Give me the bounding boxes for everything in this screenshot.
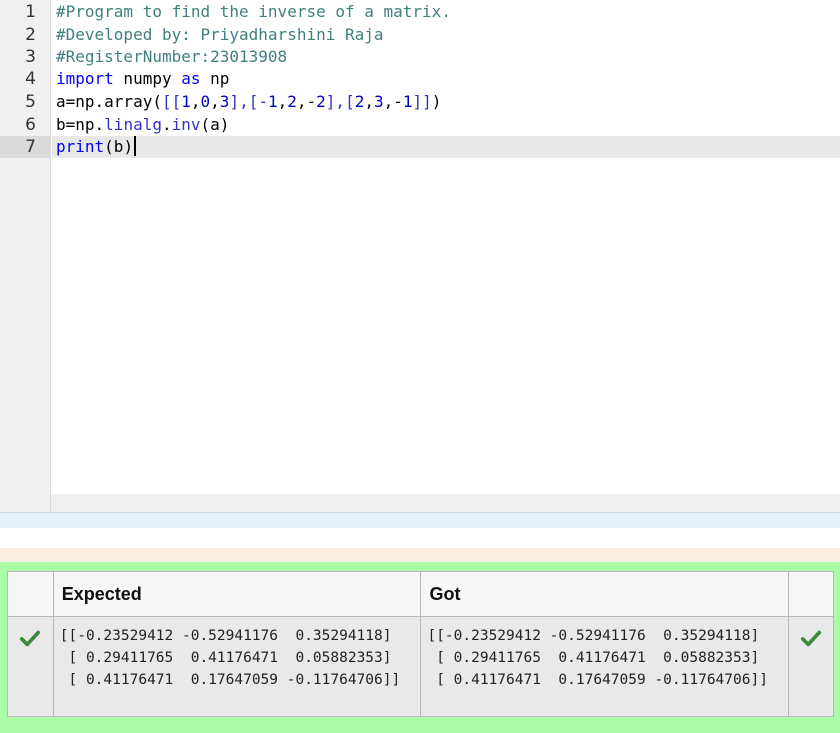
got-output: [[-0.23529412 -0.52941176 0.35294118] [ … [420,616,790,717]
code-line-3[interactable]: #RegisterNumber:23013908 [56,46,287,68]
code-line-2[interactable]: #Developed by: Priyadharshini Raja [56,24,384,46]
table-row: [[-0.23529412 -0.52941176 0.35294118] [ … [7,616,834,717]
editor-scroll-area [51,494,840,512]
number-literal: 2 [316,92,326,111]
line-number: 2 [25,25,36,45]
line-number-gutter: 1 2 3 4 5 6 7 [0,0,51,512]
header-status-cell [7,571,54,617]
expected-row: [ 0.29411765 0.41176471 0.05882353] [59,650,392,666]
code-text: (a) [200,115,230,134]
code-line-1[interactable]: #Program to find the inverse of a matrix… [56,1,451,23]
code-line-6[interactable]: b=np.linalg.inv(a) [56,114,229,136]
check-icon [20,630,41,647]
number-literal: 3 [219,92,230,111]
number-literal: 0 [200,92,211,111]
code-bracket: [[ [161,92,182,111]
number-literal: 2 [287,92,297,111]
line-number: 4 [25,69,36,89]
code-text: . [161,115,172,134]
header-expected: Expected [52,571,422,617]
line-number: 1 [25,2,36,22]
line-number: 6 [25,115,36,135]
spacer [0,528,840,548]
comment-text: #RegisterNumber:23013908 [56,47,288,66]
function-name: inv [171,115,201,134]
line-number: 5 [25,92,36,112]
line-number-active: 7 [0,136,51,158]
code-bracket: ]] [412,92,432,111]
expected-output: [[-0.23529412 -0.52941176 0.35294118] [ … [52,616,422,717]
code-text: b=np. [56,115,105,134]
number-literal: 1 [402,92,413,111]
number-literal: 1 [181,92,191,111]
status-cell [7,616,54,717]
got-row: [ 0.29411765 0.41176471 0.05882353] [427,650,760,666]
attribute-name: linalg [104,115,162,134]
keyword-as: as [181,69,201,88]
module-name: numpy [113,69,182,88]
code-text: ) [431,92,442,111]
module-alias: np [200,69,230,88]
code-text: (b) [104,137,134,156]
code-bracket: ],[- [229,92,268,111]
resize-divider[interactable] [0,512,840,528]
got-row: [ 0.41176471 0.17647059 -0.11764706]] [427,672,768,688]
code-line-7[interactable]: print(b) [56,136,137,158]
code-line-5[interactable]: a=np.array([[1,0,3],[-1,2,-2],[2,3,-1]]) [56,91,441,113]
test-results-panel: Expected Got [[-0.23529412 -0.52941176 0… [0,562,840,733]
code-text: , [277,92,288,111]
code-bracket: ],[ [325,92,355,111]
code-text: , [210,92,220,111]
code-line-4[interactable]: import numpy as np [56,68,229,90]
code-text: ,- [296,92,317,111]
code-text: , [190,92,201,111]
header-status-cell [788,571,834,617]
status-cell [788,616,834,717]
text-cursor [134,136,137,156]
line-number: 3 [25,47,36,67]
code-text: ,- [383,92,403,111]
comment-text: #Program to find the inverse of a matrix… [56,2,451,21]
code-text: a=np.array( [56,92,162,111]
keyword-import: import [56,69,114,88]
code-editor[interactable]: 1 2 3 4 5 6 7 #Program to find the inver… [0,0,840,512]
number-literal: 3 [373,92,384,111]
active-line-highlight [52,136,840,158]
number-literal: 1 [267,92,278,111]
expected-row: [ 0.41176471 0.17647059 -0.11764706]] [59,672,401,688]
comment-text: #Developed by: Priyadharshini Raja [56,25,384,44]
result-table: Expected Got [[-0.23529412 -0.52941176 0… [7,571,834,717]
code-text: , [364,92,374,111]
got-row: [[-0.23529412 -0.52941176 0.35294118] [427,628,760,644]
header-got: Got [420,571,790,617]
number-literal: 2 [354,92,365,111]
spacer-band [0,548,840,562]
check-icon [800,630,822,647]
builtin-print: print [56,137,105,156]
result-table-header: Expected Got [7,571,834,617]
expected-row: [[-0.23529412 -0.52941176 0.35294118] [59,628,392,644]
